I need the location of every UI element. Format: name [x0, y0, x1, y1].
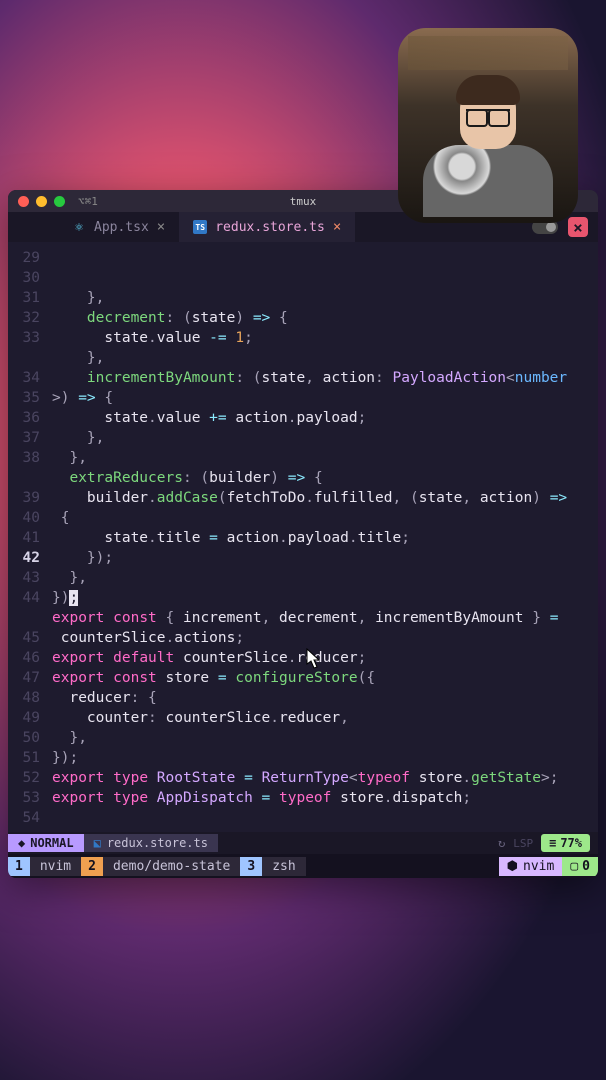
tmux-session-badge: ▢ 0	[562, 857, 598, 876]
typescript-icon: TS	[193, 220, 207, 234]
tmux-right-app: ⬢ nvim	[499, 857, 563, 876]
tab-label: App.tsx	[94, 220, 149, 235]
tmux-window-2-label[interactable]: demo/demo-state	[103, 857, 240, 876]
code-editor[interactable]: 2930313233 3435363738 394041424344 45464…	[8, 242, 598, 832]
close-dot[interactable]	[18, 196, 29, 207]
react-icon: ⚛	[72, 220, 86, 234]
session-icon: ▢	[570, 859, 578, 874]
code-content[interactable]: }, decrement: (state) => { state.value -…	[48, 242, 598, 832]
titlebar-shortcut: ⌥⌘1	[78, 195, 98, 208]
maximize-dot[interactable]	[54, 196, 65, 207]
tmux-window-2-num[interactable]: 2	[81, 857, 103, 876]
window-title: tmux	[290, 195, 317, 208]
tab-label: redux.store.ts	[215, 220, 325, 235]
close-button[interactable]: ×	[568, 217, 588, 237]
tab-app-tsx[interactable]: ⚛ App.tsx ×	[58, 212, 179, 242]
tmux-window-3-label[interactable]: zsh	[262, 857, 305, 876]
pin-icon: ⬢	[507, 859, 518, 874]
typescript-icon: ⬕	[94, 836, 101, 850]
percent-badge: ≡ 77%	[541, 834, 590, 852]
file-badge: ⬕ redux.store.ts	[84, 834, 218, 852]
webcam-overlay	[398, 28, 578, 223]
session-num: 0	[582, 859, 590, 874]
tmux-window-1-num[interactable]: 1	[8, 857, 30, 876]
reload-icon: ↻	[498, 836, 505, 850]
lines-icon: ≡	[549, 836, 556, 850]
close-icon[interactable]: ×	[333, 219, 341, 235]
percent-text: 77%	[560, 836, 582, 850]
tmux-app-label: nvim	[523, 859, 554, 874]
terminal-window: ⌥⌘1 tmux ⚛ App.tsx × TS redux.store.ts ×…	[8, 190, 598, 878]
tmux-status-line: 1 nvim 2 demo/demo-state 3 zsh ⬢ nvim ▢ …	[8, 854, 598, 878]
lsp-label: LSP	[513, 837, 533, 850]
status-line: ◆ NORMAL ⬕ redux.store.ts ↻ LSP ≡ 77%	[8, 832, 598, 854]
tab-redux-store[interactable]: TS redux.store.ts ×	[179, 212, 355, 242]
tmux-window-1-label[interactable]: nvim	[30, 857, 81, 876]
tmux-window-3-num[interactable]: 3	[240, 857, 262, 876]
vim-icon: ◆	[18, 836, 25, 850]
close-icon[interactable]: ×	[157, 219, 165, 235]
minimize-dot[interactable]	[36, 196, 47, 207]
file-name: redux.store.ts	[107, 836, 208, 850]
line-gutter: 2930313233 3435363738 394041424344 45464…	[8, 242, 48, 832]
mode-text: NORMAL	[30, 836, 73, 850]
vim-mode-badge: ◆ NORMAL	[8, 834, 84, 852]
